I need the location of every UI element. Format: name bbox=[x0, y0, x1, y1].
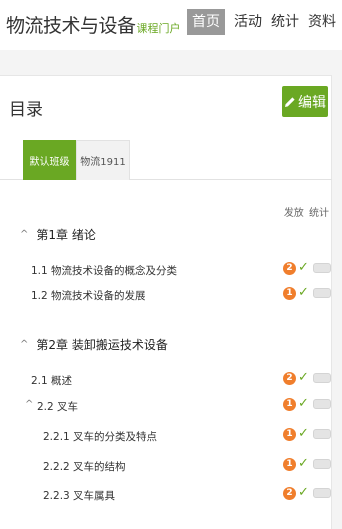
chapter-2[interactable]: ^ 第2章 装卸搬运技术设备 bbox=[20, 336, 168, 353]
count-badge: 2 bbox=[283, 372, 296, 385]
stats-toggle[interactable] bbox=[313, 488, 331, 498]
check-icon: ✓ bbox=[298, 285, 309, 300]
subsection-label: 2.2.1 叉车的分类及特点 bbox=[43, 431, 158, 443]
nav-activity[interactable]: 活动 bbox=[234, 9, 262, 35]
chapter-title: 第1章 绪论 bbox=[36, 228, 96, 242]
brand[interactable]: 物流技术与设备课程门户 bbox=[6, 11, 181, 38]
subsection-row[interactable]: 2.2.2 叉车的结构 1 ✓ bbox=[0, 456, 332, 476]
stats-toggle[interactable] bbox=[313, 459, 331, 469]
collapse-caret-icon[interactable]: ^ bbox=[20, 229, 28, 240]
subsection-row[interactable]: 2.2.3 叉车属具 2 ✓ bbox=[0, 485, 332, 505]
section-row[interactable]: 2.1 概述 2 ✓ bbox=[0, 370, 332, 390]
top-bar: 物流技术与设备课程门户 首页 活动 统计 资料 bbox=[0, 0, 342, 50]
brand-subtitle: 课程门户 bbox=[136, 22, 181, 35]
check-icon: ✓ bbox=[298, 396, 309, 411]
stats-toggle[interactable] bbox=[313, 373, 331, 383]
tab-default-class[interactable]: 默认班级 bbox=[23, 140, 76, 180]
count-badge: 1 bbox=[283, 398, 296, 411]
edit-button[interactable]: 编辑 bbox=[282, 86, 328, 117]
catalog-title: 目录 bbox=[9, 100, 43, 120]
subsection-label: 2.2.2 叉车的结构 bbox=[43, 461, 126, 473]
stats-toggle[interactable] bbox=[313, 399, 331, 409]
collapse-caret-icon[interactable]: ^ bbox=[20, 339, 28, 350]
section-label: 1.2 物流技术设备的发展 bbox=[31, 290, 146, 302]
top-nav: 首页 活动 统计 资料 bbox=[187, 9, 336, 35]
count-badge: 2 bbox=[283, 262, 296, 275]
brand-title: 物流技术与设备 bbox=[6, 15, 136, 37]
chapter-1[interactable]: ^ 第1章 绪论 bbox=[20, 226, 96, 243]
section-label: 1.1 物流技术设备的概念及分类 bbox=[31, 265, 178, 277]
check-icon: ✓ bbox=[298, 485, 309, 500]
pencil-icon bbox=[285, 96, 295, 107]
section-row[interactable]: 1.1 物流技术设备的概念及分类 2 ✓ bbox=[0, 260, 332, 280]
catalog-card: 目录 编辑 默认班级 物流1911 发放 统计 ^ 第1章 绪论 1.1 物流技… bbox=[0, 75, 332, 529]
check-icon: ✓ bbox=[298, 370, 309, 385]
col-head-stats: 统计 bbox=[309, 208, 329, 219]
stats-toggle[interactable] bbox=[313, 288, 331, 298]
subsection-row[interactable]: 2.2.1 叉车的分类及特点 1 ✓ bbox=[0, 426, 332, 446]
col-head-release: 发放 bbox=[283, 208, 304, 219]
subsection-label: 2.2.3 叉车属具 bbox=[43, 490, 116, 502]
check-icon: ✓ bbox=[298, 260, 309, 275]
section-label: 2.2 叉车 bbox=[37, 401, 79, 413]
collapse-caret-icon[interactable]: ^ bbox=[25, 399, 33, 410]
count-badge: 1 bbox=[283, 458, 296, 471]
stats-toggle[interactable] bbox=[313, 429, 331, 439]
count-badge: 1 bbox=[283, 428, 296, 441]
nav-materials[interactable]: 资料 bbox=[308, 9, 336, 35]
column-headers: 发放 统计 bbox=[284, 204, 331, 219]
section-row[interactable]: 1.2 物流技术设备的发展 1 ✓ bbox=[0, 285, 332, 305]
tab-logistics-1911[interactable]: 物流1911 bbox=[76, 140, 130, 180]
chapter-title: 第2章 装卸搬运技术设备 bbox=[36, 338, 168, 352]
nav-home[interactable]: 首页 bbox=[187, 9, 225, 35]
stats-toggle[interactable] bbox=[313, 263, 331, 273]
count-badge: 2 bbox=[283, 487, 296, 500]
class-tabs: 默认班级 物流1911 bbox=[0, 140, 332, 180]
check-icon: ✓ bbox=[298, 456, 309, 471]
section-label: 2.1 概述 bbox=[31, 375, 73, 387]
check-icon: ✓ bbox=[298, 426, 309, 441]
count-badge: 1 bbox=[283, 287, 296, 300]
section-row[interactable]: ^ 2.2 叉车 1 ✓ bbox=[0, 396, 332, 416]
nav-stats[interactable]: 统计 bbox=[271, 9, 299, 35]
edit-button-label: 编辑 bbox=[298, 94, 326, 111]
